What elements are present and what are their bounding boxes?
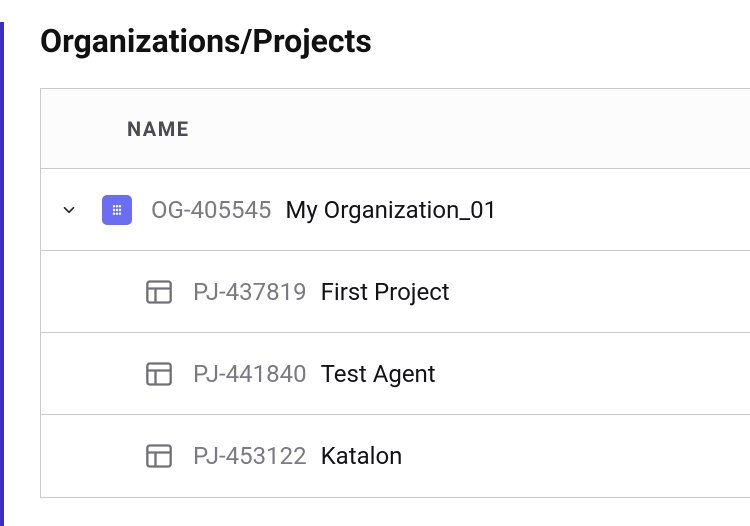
org-id: OG-405545 <box>151 196 271 224</box>
project-icon-cell <box>139 361 179 387</box>
project-name: First Project <box>321 278 450 306</box>
expand-toggle[interactable] <box>41 201 97 219</box>
project-id: PJ-441840 <box>193 360 307 388</box>
column-header-name: NAME <box>127 117 189 141</box>
project-row[interactable]: PJ-453122 Katalon <box>41 415 750 497</box>
project-id: PJ-437819 <box>193 278 307 306</box>
project-name: Katalon <box>321 442 403 470</box>
org-row[interactable]: OG-405545 My Organization_01 <box>41 169 750 251</box>
org-name: My Organization_01 <box>285 196 497 224</box>
project-icon-cell <box>139 279 179 305</box>
orgs-projects-table: NAME <box>40 88 750 498</box>
project-icon <box>145 361 173 387</box>
project-name: Test Agent <box>321 360 436 388</box>
building-icon <box>108 201 126 219</box>
project-icon <box>145 443 173 469</box>
left-accent-rail <box>0 22 4 526</box>
org-icon-cell <box>97 195 137 225</box>
organization-icon <box>102 195 132 225</box>
page-title: Organizations/Projects <box>40 22 750 60</box>
chevron-down-icon <box>60 201 78 219</box>
project-row[interactable]: PJ-441840 Test Agent <box>41 333 750 415</box>
project-icon-cell <box>139 443 179 469</box>
project-icon <box>145 279 173 305</box>
project-id: PJ-453122 <box>193 442 307 470</box>
table-header-row: NAME <box>41 89 750 169</box>
project-row[interactable]: PJ-437819 First Project <box>41 251 750 333</box>
